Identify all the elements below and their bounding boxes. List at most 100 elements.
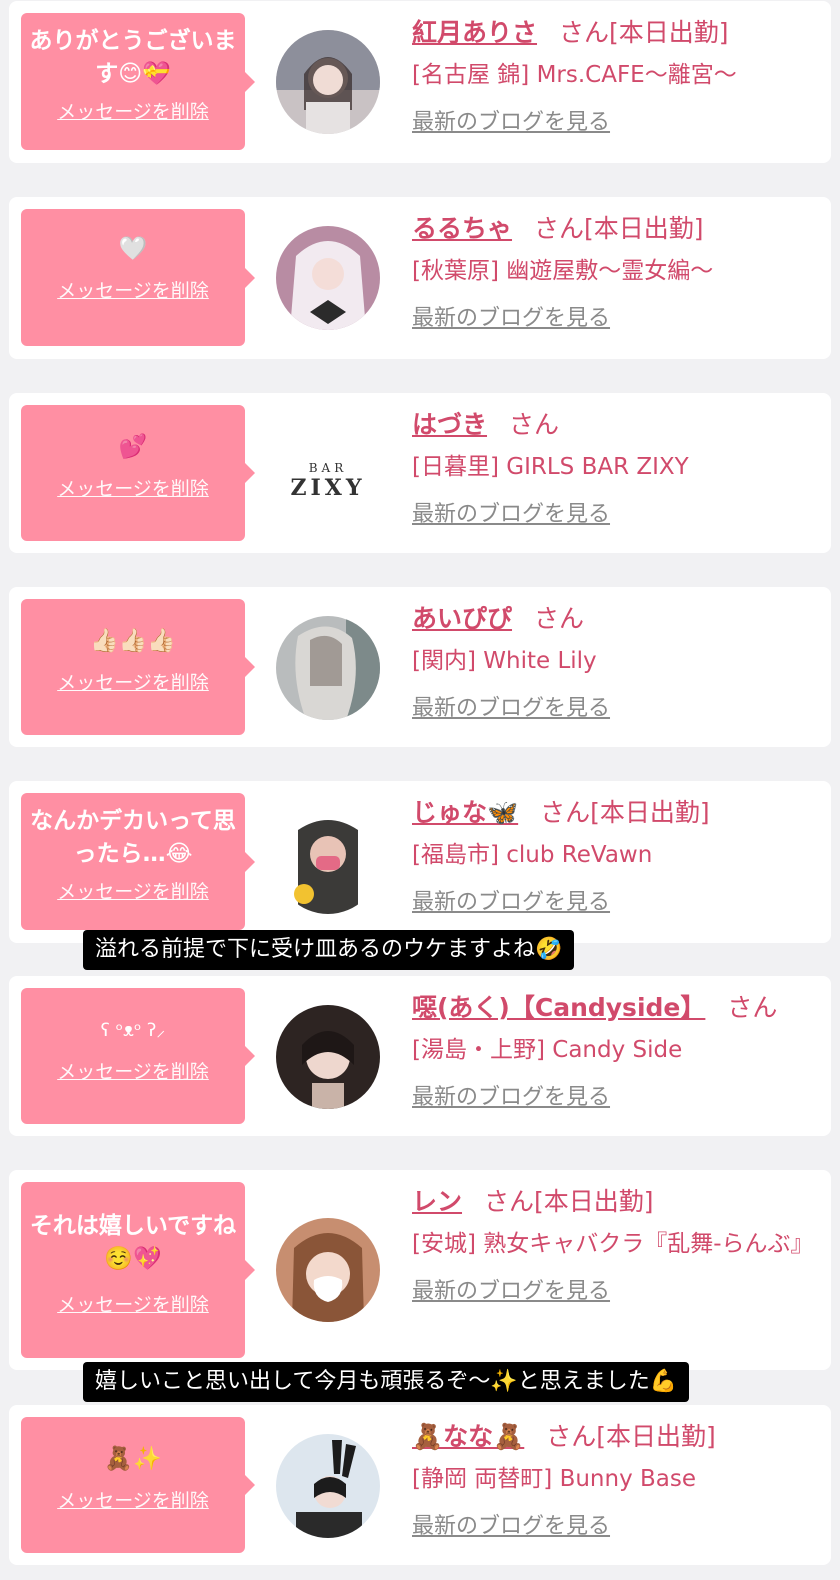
name-line: 🧸なな🧸 さん[本日出勤]	[412, 1419, 817, 1455]
blog-link[interactable]: 最新のブログを見る	[412, 107, 610, 139]
name-line: 噁(あく)【Candyside】 さん	[412, 990, 817, 1026]
avatar[interactable]	[276, 1434, 380, 1538]
delete-message-link[interactable]: メッセージを削除	[21, 668, 245, 695]
avatar-image	[276, 30, 380, 134]
delete-message-link[interactable]: メッセージを削除	[21, 1486, 245, 1513]
message-bubble: 💕 メッセージを削除	[21, 405, 255, 541]
message-text: それは嬉しいですね☺️💖	[29, 1213, 237, 1272]
avatar[interactable]	[276, 810, 380, 914]
shop-label: [日暮里] GIRLS BAR ZIXY	[412, 454, 689, 480]
blog-link[interactable]: 最新のブログを見る	[412, 1082, 610, 1114]
avatar[interactable]	[276, 1005, 380, 1109]
avatar[interactable]	[276, 616, 380, 720]
delete-message-link[interactable]: メッセージを削除	[21, 276, 245, 303]
name-line: レン さん[本日出勤]	[412, 1184, 817, 1220]
name-line: あいぴぴ さん	[412, 601, 817, 637]
delete-message-link[interactable]: メッセージを削除	[21, 474, 245, 501]
blog-link[interactable]: 最新のブログを見る	[412, 1511, 610, 1543]
message-card: それは嬉しいですね☺️💖 メッセージを削除 レン さん[本日出勤] [安城] 熟女…	[9, 1170, 831, 1370]
message-card: ʕ ᵒᴥᵒ ʔ⸝ メッセージを削除 噁(あく)【Candyside】 さん [湯島…	[9, 976, 831, 1136]
cast-info: じゅな🦋 さん[本日出勤] [福島市] club ReVawn 最新のブログを見る	[412, 795, 817, 919]
name-line: 紅月ありさ さん[本日出勤]	[412, 15, 817, 51]
avatar-image	[276, 1218, 380, 1322]
blog-link[interactable]: 最新のブログを見る	[412, 499, 610, 531]
status-label: [本日出勤]	[596, 1422, 716, 1451]
message-bubble: ʕ ᵒᴥᵒ ʔ⸝ メッセージを削除	[21, 988, 255, 1124]
status-label: [本日出勤]	[609, 18, 729, 47]
message-text: 🤍	[118, 236, 148, 262]
avatar[interactable]	[276, 1218, 380, 1322]
shop-label: [福島市] club ReVawn	[412, 842, 653, 868]
cast-name-link[interactable]: はづき	[412, 410, 487, 439]
cast-name-link[interactable]: るるちゃ	[412, 214, 512, 243]
delete-message-link[interactable]: メッセージを削除	[21, 877, 245, 904]
status-label: [本日出勤]	[534, 1187, 654, 1216]
message-card: 🧸✨ メッセージを削除 🧸なな🧸 さん[本日出勤] [静岡 両替町] Bunny …	[9, 1405, 831, 1565]
shop-label: [関内] White Lily	[412, 648, 597, 674]
message-card: 👍🏻👍🏻👍🏻 メッセージを削除 あいぴぴ さん [関内] White Lily 最…	[9, 587, 831, 747]
cast-name-link[interactable]: あいぴぴ	[412, 604, 512, 633]
san-label: さん	[534, 214, 585, 243]
cast-name-link[interactable]: 紅月ありさ	[412, 18, 537, 47]
logo-text-main: ZIXY	[290, 475, 366, 501]
shop-logo[interactable]: BAR ZIXY	[276, 429, 380, 533]
avatar-image	[276, 226, 380, 330]
message-bubble: 🤍 メッセージを削除	[21, 209, 255, 346]
cast-info: 紅月ありさ さん[本日出勤] [名古屋 錦] Mrs.CAFE〜離宮〜 最新のブロ…	[412, 15, 817, 139]
blog-link[interactable]: 最新のブログを見る	[412, 887, 610, 919]
avatar[interactable]	[276, 30, 380, 134]
shop-logo-image: BAR ZIXY	[276, 429, 380, 533]
message-bubble: 👍🏻👍🏻👍🏻 メッセージを削除	[21, 599, 255, 735]
message-bubble: それは嬉しいですね☺️💖 メッセージを削除	[21, 1182, 255, 1358]
cast-info: はづき さん [日暮里] GIRLS BAR ZIXY 最新のブログを見る	[412, 407, 817, 531]
status-label: [本日出勤]	[590, 798, 710, 827]
delete-message-link[interactable]: メッセージを削除	[21, 1290, 245, 1317]
cast-info: 噁(あく)【Candyside】 さん [湯島・上野] Candy Side 最新…	[412, 990, 817, 1114]
cast-name-link[interactable]: 🧸なな🧸	[412, 1422, 524, 1451]
cast-info: あいぴぴ さん [関内] White Lily 最新のブログを見る	[412, 601, 817, 725]
san-label: さん	[534, 604, 585, 633]
cast-name-link[interactable]: じゅな🦋	[412, 798, 518, 827]
message-card: なんかデカいって思ったら…😂 メッセージを削除 じゅな🦋 さん[本日出勤] [福島…	[9, 781, 831, 943]
cast-name-link[interactable]: レン	[412, 1187, 462, 1216]
cast-info: るるちゃ さん[本日出勤] [秋葉原] 幽遊屋敷〜霊女編〜 最新のブログを見る	[412, 211, 817, 335]
message-card: 💕 メッセージを削除 BAR ZIXY はづき さん [日暮里] GIRLS BA…	[9, 393, 831, 553]
name-line: はづき さん	[412, 407, 817, 443]
blog-link[interactable]: 最新のブログを見る	[412, 303, 610, 335]
logo-text-top: BAR	[308, 461, 348, 475]
message-text: ありがとうございます😊💝	[29, 28, 237, 87]
message-text: ʕ ᵒᴥᵒ ʔ⸝	[100, 1020, 166, 1041]
message-card: ありがとうございます😊💝 メッセージを削除 紅月ありさ さん[本日出勤] [名古屋…	[9, 1, 831, 163]
message-text: 💕	[118, 434, 148, 460]
san-label: さん	[727, 993, 778, 1022]
shop-label: [秋葉原] 幽遊屋敷〜霊女編〜	[412, 258, 714, 284]
cast-info: 🧸なな🧸 さん[本日出勤] [静岡 両替町] Bunny Base 最新のブログを…	[412, 1419, 817, 1543]
shop-label: [静岡 両替町] Bunny Base	[412, 1466, 697, 1492]
delete-message-link[interactable]: メッセージを削除	[21, 1057, 245, 1084]
avatar-image	[276, 1434, 380, 1538]
message-text: なんかデカいって思ったら…😂	[30, 808, 236, 867]
blog-link[interactable]: 最新のブログを見る	[412, 693, 610, 725]
message-text: 👍🏻👍🏻👍🏻	[90, 628, 176, 654]
san-label: さん	[509, 410, 560, 439]
avatar-image	[276, 616, 380, 720]
san-label: さん	[484, 1187, 535, 1216]
message-bubble: 🧸✨ メッセージを削除	[21, 1417, 255, 1553]
delete-message-link[interactable]: メッセージを削除	[21, 97, 245, 124]
video-caption: 溢れる前提で下に受け皿あるのウケますよね🤣	[83, 930, 575, 970]
san-label: さん	[540, 798, 591, 827]
blog-link[interactable]: 最新のブログを見る	[412, 1276, 610, 1308]
name-line: るるちゃ さん[本日出勤]	[412, 211, 817, 247]
status-label: [本日出勤]	[584, 214, 704, 243]
video-caption: 嬉しいこと思い出して今月も頑張るぞ〜✨と思えました💪	[83, 1362, 690, 1402]
cast-info: レン さん[本日出勤] [安城] 熟女キャバクラ『乱舞-らんぶ』 最新のブログを見…	[412, 1184, 817, 1308]
shop-label: [名古屋 錦] Mrs.CAFE〜離宮〜	[412, 62, 737, 88]
avatar[interactable]	[276, 226, 380, 330]
avatar-image	[276, 1005, 380, 1109]
san-label: さん	[546, 1422, 597, 1451]
shop-label: [安城] 熟女キャバクラ『乱舞-らんぶ』	[412, 1231, 814, 1257]
cast-name-link[interactable]: 噁(あく)【Candyside】	[412, 993, 705, 1022]
san-label: さん	[559, 18, 610, 47]
avatar-image	[276, 810, 380, 914]
shop-label: [湯島・上野] Candy Side	[412, 1037, 683, 1063]
